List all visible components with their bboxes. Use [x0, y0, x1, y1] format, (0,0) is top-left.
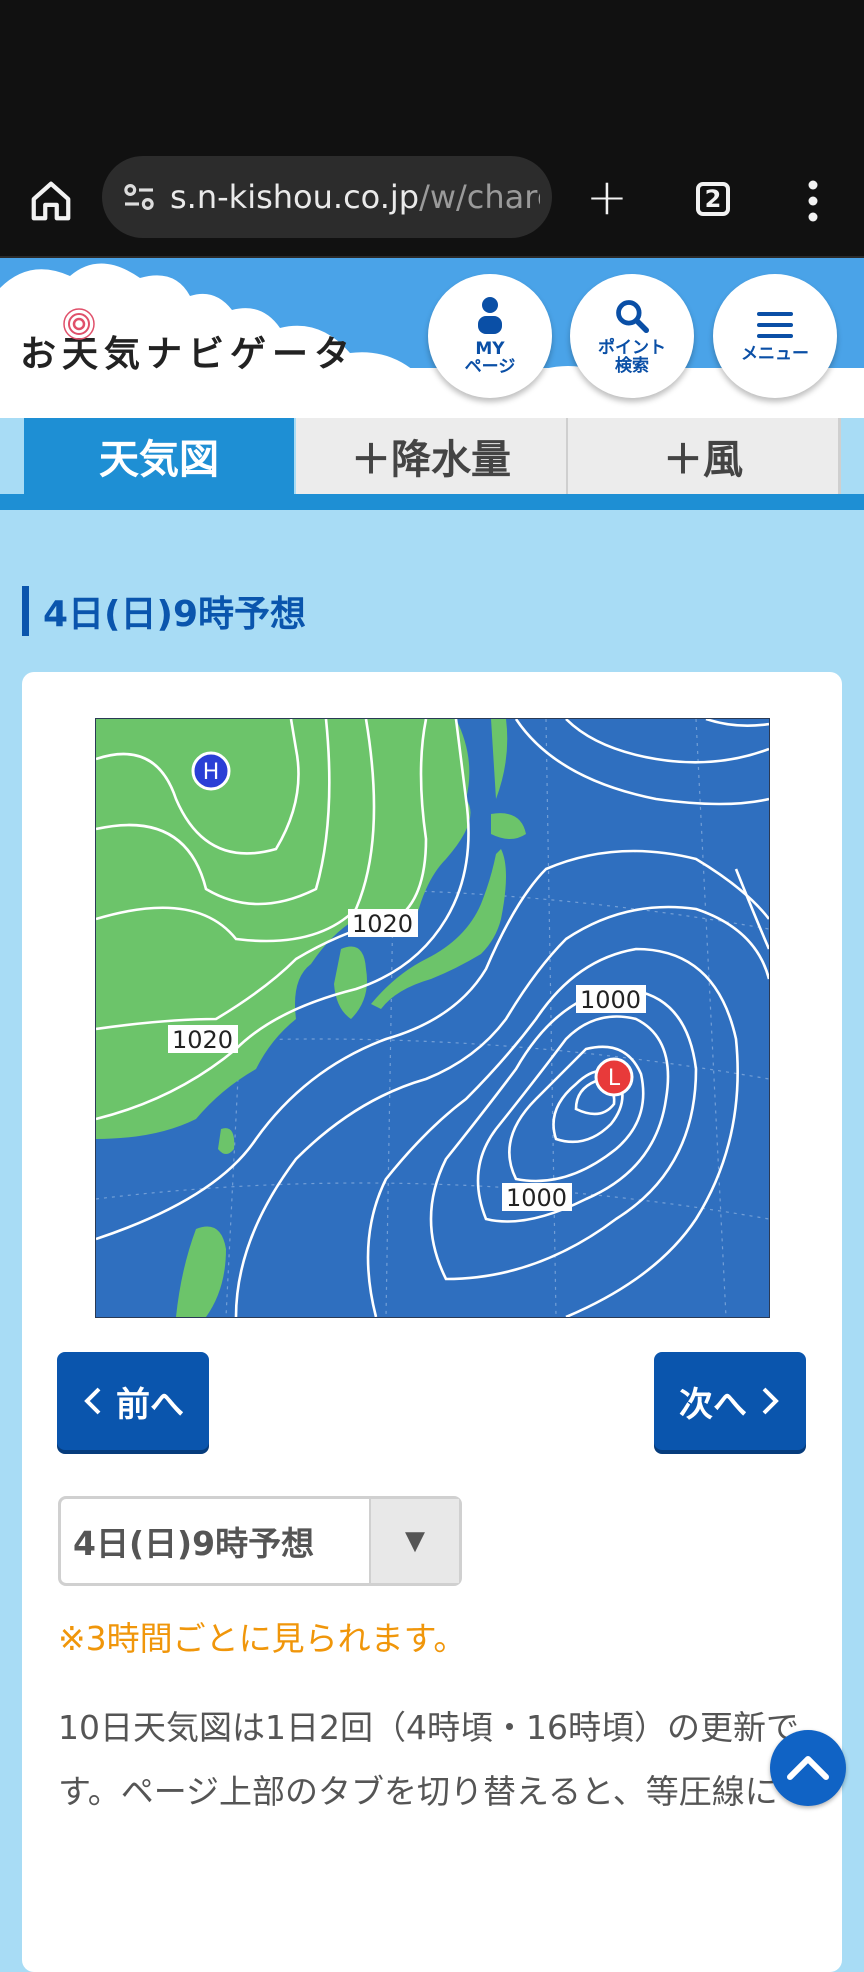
- search-icon: [616, 300, 650, 334]
- isobar-label: 1020: [352, 910, 413, 938]
- site-settings-icon[interactable]: [118, 176, 160, 218]
- address-bar[interactable]: s.n-kishou.co.jp/w/charg: [102, 156, 552, 238]
- my-page-label-1: MY: [475, 339, 505, 359]
- chevron-up-icon: [787, 1756, 829, 1780]
- korea-land: [334, 946, 367, 1019]
- tab-precipitation[interactable]: ＋降水量: [296, 418, 569, 494]
- tab-underline: [0, 494, 864, 510]
- url-domain: s.n-kishou.co.jp: [170, 178, 420, 216]
- weather-map: 1020 1020 1000 1000 H L: [95, 718, 770, 1318]
- scroll-to-top-button[interactable]: [770, 1730, 846, 1806]
- next-button[interactable]: 次へ: [654, 1352, 806, 1450]
- map-type-tabs: 天気図 ＋降水量 ＋風: [0, 418, 864, 494]
- select-value: 4日(日)9時予想: [73, 1524, 315, 1563]
- my-page-button[interactable]: MY ページ: [428, 274, 552, 398]
- new-tab-plus-icon[interactable]: +: [578, 168, 636, 226]
- my-page-label-2: ページ: [464, 357, 516, 377]
- prev-label: 前へ: [116, 1384, 184, 1425]
- high-pressure-marker: H: [191, 751, 231, 791]
- tab-weather-map[interactable]: 天気図: [24, 418, 294, 494]
- low-label: L: [608, 1066, 621, 1091]
- point-search-label-1: ポイント: [598, 338, 666, 358]
- url-path: /w/charg: [419, 178, 540, 216]
- radio-tower-icon: [63, 308, 95, 340]
- menu-label: メニュー: [741, 344, 809, 364]
- hamburger-icon: [757, 312, 793, 338]
- isobar-label: 1000: [580, 986, 641, 1014]
- tab-count-badge: 2: [696, 182, 730, 216]
- low-pressure-marker: L: [594, 1057, 634, 1097]
- point-search-button[interactable]: ポイント 検索: [570, 274, 694, 398]
- tab-switcher-button[interactable]: 2: [686, 172, 740, 226]
- taiwan-land: [218, 1128, 235, 1154]
- high-label: H: [203, 760, 220, 785]
- section-title: 4日(日)9時予想: [22, 586, 306, 636]
- more-options-icon[interactable]: [792, 172, 834, 230]
- url-text: s.n-kishou.co.jp/w/charg: [170, 178, 540, 216]
- next-label: 次へ: [679, 1384, 747, 1425]
- point-search-label-2: 検索: [615, 356, 649, 376]
- chevron-left-icon: [84, 1387, 101, 1415]
- menu-button[interactable]: メニュー: [713, 274, 837, 398]
- user-icon: [478, 297, 502, 334]
- note-text: ※3時間ごとに見られます。: [58, 1619, 467, 1658]
- isobar-label: 1000: [506, 1184, 567, 1212]
- status-bar: [0, 0, 864, 150]
- site-header: お天気ナビゲータ MY ページ ポイント 検索 メニュー: [0, 258, 864, 418]
- isobar-label: 1020: [172, 1026, 233, 1054]
- dropdown-arrow-icon[interactable]: ▼: [369, 1499, 459, 1583]
- prev-button[interactable]: 前へ: [57, 1352, 209, 1450]
- tab-wind[interactable]: ＋風: [568, 418, 841, 494]
- forecast-time-select[interactable]: 4日(日)9時予想 ▼: [58, 1496, 462, 1586]
- chevron-right-icon: [762, 1387, 779, 1415]
- home-icon[interactable]: [22, 172, 80, 230]
- philippines-land: [176, 1226, 226, 1317]
- description-text: 10日天気図は1日2回（4時頃・16時頃）の更新です。ページ上部のタブを切り替え…: [58, 1708, 799, 1811]
